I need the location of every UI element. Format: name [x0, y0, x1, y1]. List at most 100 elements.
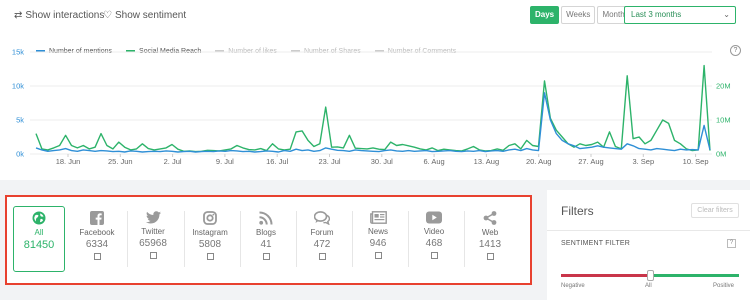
channel-selector: All 81450 Facebook 6334 Twitter 65968 In…	[5, 195, 532, 285]
x-tick-label: 16. Jul	[266, 157, 288, 166]
channel-label: News	[367, 227, 388, 236]
slider-label-positive: Positive	[713, 283, 735, 289]
x-tick-label: 30. Jul	[371, 157, 393, 166]
slider-positive-range	[650, 274, 739, 277]
analytics-panel: ⇄ Show interactions ♡ Show sentiment Day…	[0, 0, 750, 180]
twitter-icon	[145, 211, 161, 224]
period-days-button[interactable]: Days	[530, 6, 560, 24]
channel-video[interactable]: Video 468	[410, 207, 458, 273]
slider-label-negative: Negative	[561, 283, 585, 289]
clear-filters-button[interactable]: Clear filters	[691, 203, 739, 218]
y-left-tick-label: 5k	[16, 116, 24, 125]
series-line-social-media-reach	[35, 64, 711, 153]
period-toggle-group: Days Weeks Months	[530, 6, 636, 24]
channel-forum[interactable]: Forum 472	[298, 207, 346, 273]
filters-divider	[547, 230, 750, 231]
channel-checkbox[interactable]	[430, 252, 438, 259]
channel-checkbox[interactable]	[374, 252, 382, 259]
x-tick-label: 6. Aug	[423, 157, 444, 166]
channel-checkbox[interactable]	[318, 253, 326, 260]
channel-divider	[408, 211, 409, 267]
x-tick-label: 9. Jul	[216, 157, 234, 166]
arrows-icon: ⇄	[14, 9, 23, 21]
show-interactions-label: Show interactions	[25, 9, 105, 21]
channel-label: All	[34, 228, 44, 237]
rss-icon	[259, 211, 273, 225]
y-right-tick-label: 10M	[716, 116, 731, 125]
channel-divider	[464, 211, 465, 267]
x-tick-label: 2. Jul	[164, 157, 182, 166]
channel-count: 468	[425, 238, 443, 249]
channel-label: Blogs	[255, 228, 276, 237]
channel-count: 65968	[139, 238, 167, 249]
channel-label: Facebook	[79, 228, 115, 237]
channel-divider	[352, 211, 353, 267]
channel-count: 41	[260, 239, 272, 250]
news-icon	[369, 211, 387, 224]
channel-news[interactable]: News 946	[354, 207, 402, 273]
channel-label: Web	[481, 228, 499, 237]
video-icon	[426, 211, 442, 224]
channel-count: 81450	[23, 239, 55, 251]
show-interactions-toggle[interactable]: ⇄ Show interactions	[14, 8, 104, 22]
show-sentiment-toggle[interactable]: ♡ Show sentiment	[103, 8, 186, 22]
channel-checkbox[interactable]	[262, 253, 270, 260]
channel-twitter[interactable]: Twitter 65968	[129, 207, 177, 273]
channel-count: 1413	[478, 239, 502, 250]
x-tick-label: 27. Aug	[578, 157, 603, 166]
x-tick-label: 3. Sep	[632, 157, 654, 166]
instagram-icon	[203, 211, 217, 225]
channel-checkbox[interactable]	[486, 253, 494, 260]
forum-icon	[314, 211, 330, 225]
channel-count: 5808	[198, 239, 222, 250]
y-left-tick-label: 10k	[12, 82, 24, 91]
show-sentiment-label: Show sentiment	[114, 9, 187, 21]
channel-divider	[296, 211, 297, 267]
channel-checkbox[interactable]	[149, 252, 157, 259]
channel-checkbox[interactable]	[93, 253, 101, 260]
x-tick-label: 23. Jul	[318, 157, 340, 166]
globe-icon	[32, 211, 46, 225]
chevron-down-icon: ⌄	[723, 10, 730, 19]
channel-divider	[240, 211, 241, 267]
y-right-tick-label: 20M	[716, 82, 731, 91]
y-left-tick-label: 0k	[16, 150, 24, 159]
channel-instagram[interactable]: Instagram 5808	[186, 207, 234, 273]
heart-icon: ♡	[103, 9, 112, 21]
filters-title: Filters	[561, 204, 594, 218]
channel-count: 6334	[85, 239, 109, 250]
x-tick-label: 18. Jun	[56, 157, 81, 166]
y-right-tick-label: 0M	[716, 150, 726, 159]
period-weeks-button[interactable]: Weeks	[561, 6, 596, 24]
slider-handle[interactable]	[647, 270, 654, 281]
mentions-reach-chart: 0k 5k 10k 15k 0M 10M 20M 18. Jun 25. Jun 2. Jul 9.…	[12, 48, 731, 167]
sentiment-filter-title: SENTIMENT FILTER	[561, 240, 631, 247]
sentiment-slider[interactable]	[561, 270, 739, 281]
slider-negative-range	[561, 274, 650, 277]
y-left-tick-label: 15k	[12, 48, 24, 57]
facebook-icon	[90, 211, 104, 225]
channel-checkbox[interactable]	[206, 253, 214, 260]
x-tick-label: 25. Jun	[108, 157, 133, 166]
date-range-select[interactable]: Last 3 months ⌄	[624, 6, 736, 24]
channel-count: 472	[313, 239, 331, 250]
x-tick-label: 13. Aug	[474, 157, 499, 166]
channel-label: Instagram	[192, 228, 228, 237]
slider-label-all: All	[645, 283, 652, 289]
date-range-value: Last 3 months	[631, 10, 682, 19]
channel-label: Video	[423, 227, 445, 236]
channel-count: 946	[369, 238, 387, 249]
sentiment-help-icon[interactable]: ?	[727, 239, 736, 248]
channel-all[interactable]: All 81450	[13, 206, 65, 272]
series-line-number-of-mentions	[35, 92, 711, 153]
x-tick-label: 10. Sep	[683, 157, 709, 166]
channel-divider	[184, 211, 185, 267]
channel-blogs[interactable]: Blogs 41	[242, 207, 290, 273]
channel-divider	[127, 211, 128, 267]
filters-panel: Filters Clear filters SENTIMENT FILTER ?…	[547, 190, 750, 300]
channel-label: Twitter	[141, 227, 165, 236]
channel-facebook[interactable]: Facebook 6334	[73, 207, 121, 273]
share-icon	[483, 211, 497, 225]
channel-label: Forum	[310, 228, 334, 237]
channel-web[interactable]: Web 1413	[466, 207, 514, 273]
